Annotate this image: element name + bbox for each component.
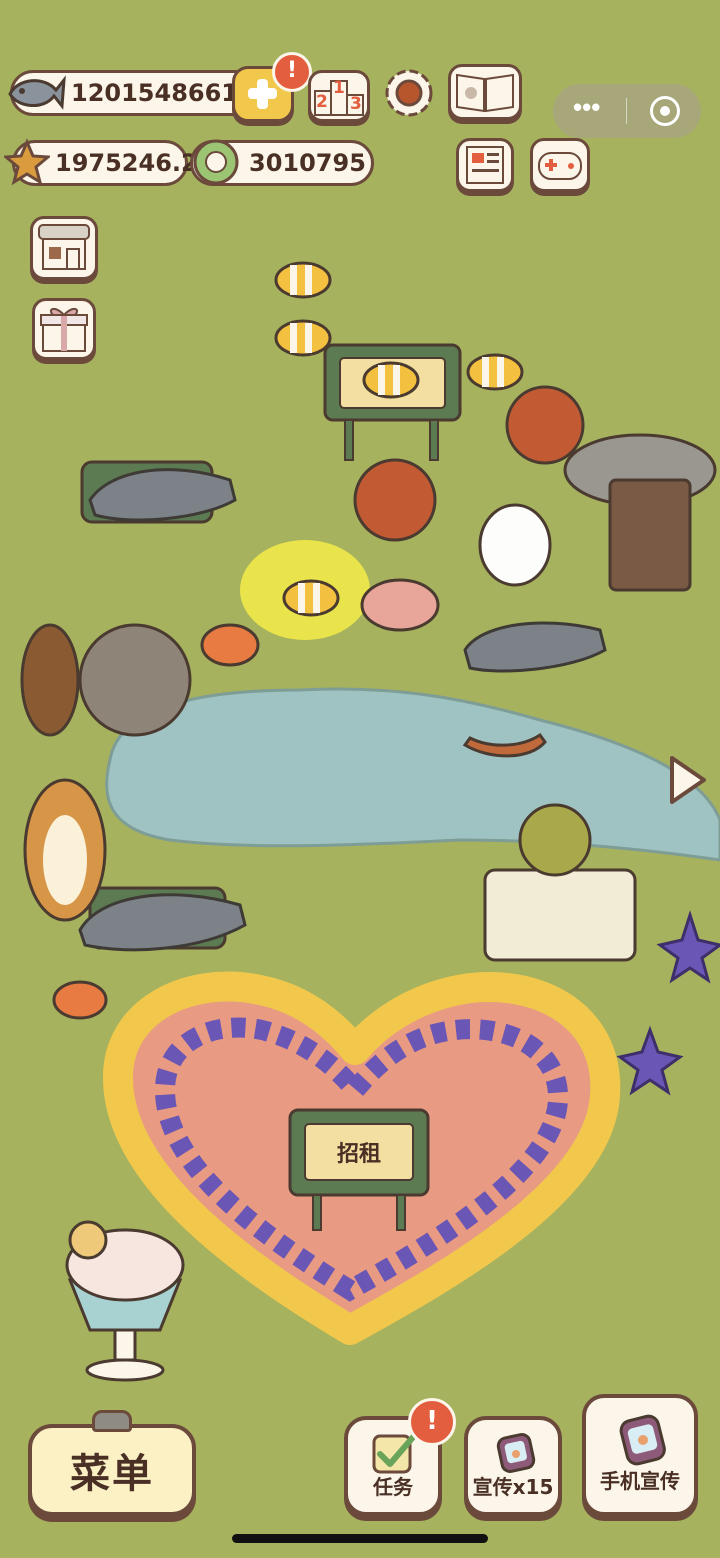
scroll-right-button[interactable] xyxy=(664,752,710,808)
butterflyfish xyxy=(282,579,340,617)
miniprogram-capsule: ••• xyxy=(553,84,701,138)
book-icon xyxy=(456,73,514,113)
chevron-right-icon xyxy=(670,756,706,804)
menu-button[interactable]: 菜单 xyxy=(28,1424,196,1516)
phone-promote-button[interactable]: 手机宣传 xyxy=(582,1394,698,1516)
gamepad-icon xyxy=(538,152,582,180)
rent-sign[interactable]: 招租 xyxy=(305,1124,413,1180)
fish-icon xyxy=(8,75,66,110)
home-indicator xyxy=(232,1534,488,1543)
close-miniprogram-dot xyxy=(660,106,670,116)
butterflyfish xyxy=(274,319,332,357)
game-scene xyxy=(20,343,720,1382)
handbook-button[interactable] xyxy=(448,64,522,120)
rank-second: 2 xyxy=(316,92,328,112)
fish-amount: 12015486619 xyxy=(71,79,255,107)
menu-clip xyxy=(92,1410,132,1432)
shop-button[interactable] xyxy=(30,216,98,280)
rent-sign-label: 招租 xyxy=(336,1142,381,1167)
butterflyfish xyxy=(466,353,524,391)
gift-icon xyxy=(40,308,88,352)
butterflyfish xyxy=(274,261,332,299)
paw-phone-icon xyxy=(496,1433,536,1473)
minigames-button[interactable] xyxy=(530,138,590,192)
divider xyxy=(626,98,627,124)
shop-icon xyxy=(38,224,90,270)
pond xyxy=(105,687,720,862)
task-notification-badge: ! xyxy=(408,1398,456,1446)
gift-button[interactable] xyxy=(32,298,96,360)
rank-first: 1 xyxy=(333,78,345,98)
star-icon xyxy=(4,138,50,186)
star-amount: 1975246.2 xyxy=(55,149,198,177)
newspaper-icon xyxy=(466,146,504,184)
settings-button[interactable] xyxy=(380,64,438,122)
gear-icon xyxy=(385,69,433,117)
shell-icon xyxy=(193,139,239,185)
phone-icon xyxy=(619,1414,666,1466)
menu-button-label: 菜单 xyxy=(70,1451,154,1497)
more-icon[interactable]: ••• xyxy=(573,92,600,123)
butterflyfish xyxy=(362,361,420,399)
shell-amount: 3010795 xyxy=(249,149,366,177)
promote-button[interactable]: 宣传x15 xyxy=(464,1416,562,1516)
rank-third: 3 xyxy=(350,94,362,114)
add-currency-notification-badge: ! xyxy=(272,52,312,92)
news-button[interactable] xyxy=(456,138,514,192)
